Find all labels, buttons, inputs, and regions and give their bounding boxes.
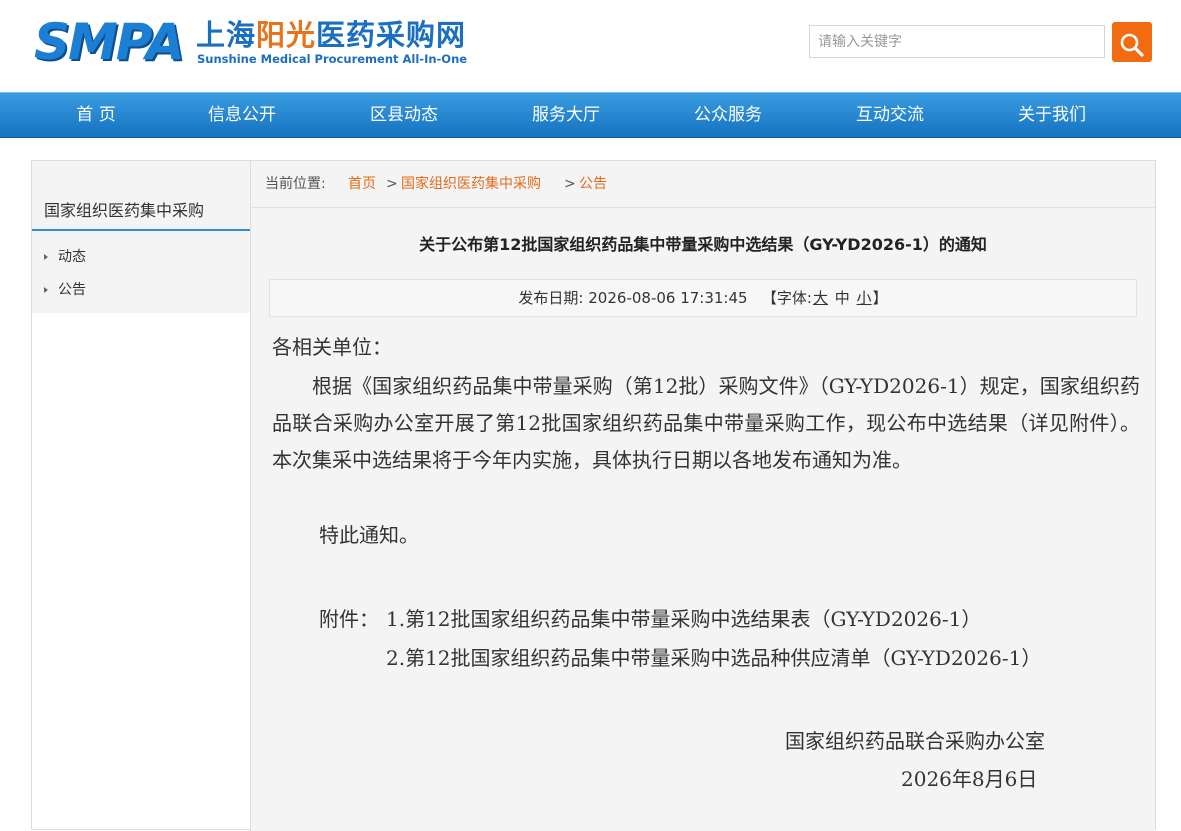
font-size-small[interactable]: 小 bbox=[857, 289, 872, 307]
breadcrumb-label: 当前位置: bbox=[265, 176, 326, 192]
breadcrumb-separator: > bbox=[386, 176, 398, 192]
logo-english-name: Sunshine Medical Procurement All-In-One bbox=[197, 52, 468, 66]
logo-chinese-name: 上海阳光医药采购网 bbox=[196, 18, 466, 52]
nav-item-service-hall[interactable]: 服务大厅 bbox=[485, 93, 647, 139]
breadcrumb-current[interactable]: 公告 bbox=[579, 161, 607, 207]
nav-item-about-us[interactable]: 关于我们 bbox=[971, 93, 1133, 139]
attachment-label: 附件： bbox=[319, 607, 379, 631]
body-paragraph: 根据《国家组织药品集中带量采购（第12批）采购文件》（GY-YD2026-1）规… bbox=[272, 374, 1140, 472]
article-title: 关于公布第12批国家组织药品集中带量采购中选结果（GY-YD2026-1）的通知 bbox=[419, 235, 987, 254]
font-size-medium[interactable]: 中 bbox=[835, 289, 850, 307]
nav-item-home[interactable]: 首 页 bbox=[15, 93, 177, 139]
publish-date-label: 发布日期: bbox=[518, 289, 584, 307]
search-input[interactable] bbox=[809, 25, 1105, 58]
logo-mark: SMPA bbox=[34, 13, 185, 71]
breadcrumb-category[interactable]: 国家组织医药集中采购 bbox=[401, 161, 541, 207]
sidebar: 国家组织医药集中采购 动态 公告 bbox=[32, 161, 250, 313]
sidebar-title: 国家组织医药集中采购 bbox=[32, 193, 250, 231]
font-size-prefix: 【字体: bbox=[761, 289, 812, 307]
breadcrumb: 当前位置: 首页 > 国家组织医药集中采购 > 公告 bbox=[251, 161, 1155, 208]
nav-item-district-news[interactable]: 区县动态 bbox=[323, 93, 485, 139]
publish-date: 2026-08-06 17:31:45 bbox=[588, 289, 748, 307]
breadcrumb-home[interactable]: 首页 bbox=[348, 161, 376, 207]
search-icon bbox=[1112, 31, 1152, 59]
caret-right-icon bbox=[44, 254, 48, 260]
search-button[interactable] bbox=[1112, 22, 1152, 62]
sidebar-item-announcements[interactable]: 公告 bbox=[44, 279, 86, 301]
nav-item-info-public[interactable]: 信息公开 bbox=[161, 93, 323, 139]
sidebar-item-news[interactable]: 动态 bbox=[44, 246, 86, 268]
article-meta-bar: 发布日期: 2026-08-06 17:31:45 【字体:大 中 小】 bbox=[269, 279, 1137, 317]
signature-date: 2026年8月6日 bbox=[901, 767, 1038, 791]
logo-cn-accent: 阳光 bbox=[256, 18, 317, 52]
attachment-link-1[interactable]: 1.第12批国家组织药品集中带量采购中选结果表（GY-YD2026-1） bbox=[386, 601, 981, 638]
font-size-suffix: 】 bbox=[872, 289, 888, 307]
logo-cn-suffix: 医药采购网 bbox=[316, 18, 467, 52]
site-logo[interactable]: SMPA 上海阳光医药采购网 Sunshine Medical Procurem… bbox=[34, 14, 504, 70]
closing-line: 特此通知。 bbox=[319, 523, 419, 547]
attachment-link-2[interactable]: 2.第12批国家组织药品集中带量采购中选品种供应清单（GY-YD2026-1） bbox=[386, 640, 1041, 677]
nav-item-interaction[interactable]: 互动交流 bbox=[809, 93, 971, 139]
signature-organization: 国家组织药品联合采购办公室 bbox=[785, 729, 1045, 753]
breadcrumb-separator: > bbox=[564, 176, 576, 192]
main-nav: 首 页 信息公开 区县动态 服务大厅 公众服务 互动交流 关于我们 bbox=[0, 92, 1181, 138]
sidebar-item-label: 公告 bbox=[58, 282, 86, 298]
logo-cn-prefix: 上海 bbox=[196, 18, 257, 52]
sidebar-item-label: 动态 bbox=[58, 249, 86, 265]
font-size-large[interactable]: 大 bbox=[813, 289, 828, 307]
sidebar-divider bbox=[250, 161, 251, 831]
nav-item-public-service[interactable]: 公众服务 bbox=[647, 93, 809, 139]
main-frame: 国家组织医药集中采购 动态 公告 当前位置: 首页 > 国家组织医药集中采购 >… bbox=[31, 160, 1156, 831]
site-header: SMPA 上海阳光医药采购网 Sunshine Medical Procurem… bbox=[0, 0, 1181, 92]
salutation: 各相关单位： bbox=[272, 335, 392, 359]
caret-right-icon bbox=[44, 287, 48, 293]
